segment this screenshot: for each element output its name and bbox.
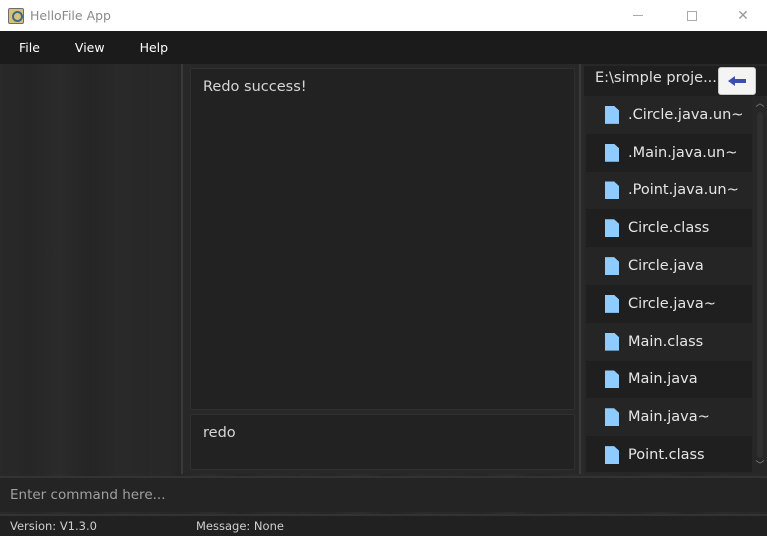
history-display: redo [190, 414, 575, 470]
file-icon [605, 181, 619, 200]
history-text: redo [203, 425, 236, 441]
result-text: Redo success! [203, 79, 307, 95]
chevron-down-icon[interactable]: ﹀ [754, 460, 766, 472]
file-item[interactable]: Main.class [586, 322, 752, 361]
file-icon [605, 332, 619, 351]
file-item[interactable]: Main.java~ [586, 398, 752, 437]
file-item[interactable]: .Main.java.un~ [586, 133, 752, 172]
left-panel [0, 64, 180, 474]
title-bar: HelloFile App ✕ [0, 0, 767, 31]
maximize-icon [687, 10, 697, 21]
file-list-scrollbar[interactable]: ︿ ﹀ [754, 98, 766, 472]
file-icon [605, 294, 619, 313]
message-label: Message: None [196, 519, 284, 533]
file-name: .Point.java.un~ [628, 182, 739, 199]
version-label: Version: V1.3.0 [10, 519, 97, 533]
menu-help[interactable]: Help [123, 40, 187, 55]
file-item[interactable]: Circle.class [586, 209, 752, 248]
file-item[interactable]: Main.java [586, 360, 752, 399]
current-path: E:\simple proje... [595, 70, 717, 86]
window-title: HelloFile App [30, 8, 111, 23]
menu-file[interactable]: File [0, 40, 58, 55]
file-icon [605, 257, 619, 276]
result-display: Redo success! [190, 68, 575, 410]
scroll-thumb[interactable] [757, 112, 763, 458]
file-name: Main.class [628, 333, 704, 350]
file-list: .Circle.java.un~ .Main.java.un~ .Point.j… [586, 96, 752, 472]
command-bar [0, 476, 767, 512]
menu-bar: File View Help [0, 31, 767, 64]
file-name: Point.class [628, 447, 705, 464]
file-item[interactable]: Point.class [586, 436, 752, 472]
file-item[interactable]: Circle.java [586, 247, 752, 285]
file-icon [605, 408, 619, 427]
back-button[interactable] [718, 67, 756, 95]
command-input[interactable] [0, 478, 767, 512]
file-item[interactable]: Circle.java~ [586, 284, 752, 323]
maximize-button[interactable] [669, 0, 715, 31]
arrow-left-icon [728, 76, 746, 86]
file-icon [605, 446, 619, 465]
chevron-up-icon[interactable]: ︿ [754, 98, 766, 110]
file-icon [605, 219, 619, 238]
close-button[interactable]: ✕ [720, 0, 766, 31]
file-name: .Main.java.un~ [628, 144, 738, 161]
file-name: .Circle.java.un~ [628, 106, 744, 123]
file-name: Main.java [628, 371, 698, 388]
file-name: Circle.java [628, 258, 704, 275]
file-name: Main.java~ [628, 409, 710, 426]
status-bar: Version: V1.3.0 Message: None [0, 514, 767, 536]
minimize-icon [633, 15, 643, 16]
file-icon [605, 105, 619, 124]
file-icon [605, 143, 619, 162]
file-icon [605, 370, 619, 389]
file-item[interactable]: .Point.java.un~ [586, 171, 752, 210]
file-item[interactable]: .Circle.java.un~ [586, 96, 752, 134]
menu-view[interactable]: View [58, 40, 123, 55]
file-name: Circle.class [628, 220, 710, 237]
file-name: Circle.java~ [628, 295, 716, 312]
app-magnifier-icon [8, 7, 24, 24]
minimize-button[interactable] [615, 0, 661, 31]
close-icon: ✕ [737, 7, 749, 24]
